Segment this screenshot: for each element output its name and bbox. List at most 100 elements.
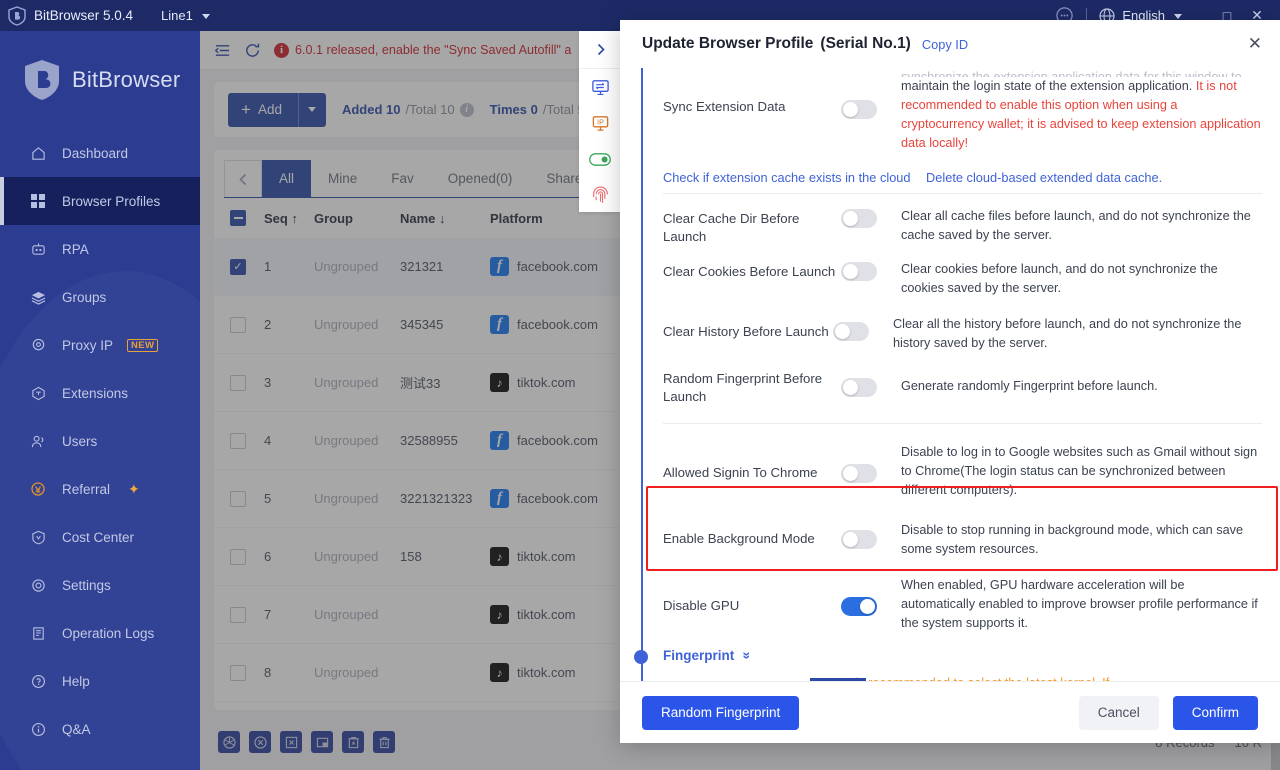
cell-platform-label: tiktok.com	[517, 607, 576, 622]
close-browser-icon[interactable]	[249, 731, 271, 753]
row-checkbox[interactable]	[230, 606, 246, 623]
row-checkbox[interactable]	[230, 664, 246, 681]
column-header-name[interactable]: Name ↓	[400, 211, 490, 226]
close-icon[interactable]: ✕	[1248, 34, 1262, 54]
gear-icon	[28, 578, 48, 593]
check-extension-cache-link[interactable]: Check if extension cache exists in the c…	[663, 170, 911, 185]
sidebar-item-settings[interactable]: Settings	[0, 561, 200, 609]
tab-fav[interactable]: Fav	[374, 160, 431, 197]
sidebar-item-browser-profiles[interactable]: Browser Profiles	[0, 177, 200, 225]
setting-clear-cache-dir: Clear Cache Dir Before Launch Clear all …	[642, 200, 1262, 253]
question-icon	[28, 674, 48, 689]
fingerprint-section-label: Fingerprint	[663, 648, 735, 663]
toggle-clear-history[interactable]	[833, 322, 869, 341]
refresh-icon[interactable]	[244, 42, 261, 59]
sidebar-item-operation-logs[interactable]: Operation Logs	[0, 609, 200, 657]
sidebar-item-extensions[interactable]: Extensions	[0, 369, 200, 417]
sidebar-item-label: Help	[62, 673, 90, 689]
sidebar-item-qa[interactable]: Q&A	[0, 705, 200, 753]
confirm-button[interactable]: Confirm	[1172, 695, 1258, 730]
times-stat: Times 0/Total 50	[490, 102, 592, 117]
ip-monitor-icon[interactable]: IP	[579, 105, 621, 141]
add-dropdown-button[interactable]	[297, 92, 326, 127]
cell-platform-label: tiktok.com	[517, 665, 576, 680]
force-close-icon[interactable]	[280, 731, 302, 753]
toggle-clear-cache-dir[interactable]	[841, 209, 877, 228]
toggle-knob	[843, 466, 858, 481]
sidebar-item-referral[interactable]: Referral ✦	[0, 465, 200, 513]
select-all-checkbox[interactable]	[230, 210, 246, 226]
toggle-green-icon[interactable]	[579, 141, 621, 177]
sidebar-item-dashboard[interactable]: Dashboard	[0, 129, 200, 177]
toggle-enable-background-mode[interactable]	[841, 530, 877, 549]
tab-mine[interactable]: Mine	[311, 160, 374, 197]
setting-label: Enable Background Mode	[663, 531, 815, 546]
add-button[interactable]: + Add	[228, 92, 298, 127]
open-browser-icon[interactable]	[218, 731, 240, 753]
collapse-sidebar-icon[interactable]	[214, 42, 231, 59]
fingerprint-section-header[interactable]: Fingerprint »	[634, 648, 1262, 664]
sidebar-item-help[interactable]: Help	[0, 657, 200, 705]
added-total: /Total 10	[405, 102, 455, 117]
setting-description: Disable to stop running in background mo…	[901, 523, 1244, 556]
cell-platform-label: tiktok.com	[517, 549, 576, 564]
sidebar-brand: BitBrowser	[0, 31, 200, 129]
window-sync-icon[interactable]	[579, 69, 621, 105]
setting-description-normal: maintain the login state of the extensio…	[901, 79, 1196, 93]
clear-cache-icon[interactable]	[342, 731, 364, 753]
toggle-random-fingerprint[interactable]	[841, 378, 877, 397]
setting-description: Clear all cache files before launch, and…	[901, 209, 1251, 242]
shield-icon	[28, 530, 48, 545]
column-header-seq[interactable]: Seq ↑	[246, 211, 314, 226]
toggle-knob	[843, 102, 858, 117]
toggle-allowed-signin-chrome[interactable]	[841, 464, 877, 483]
copy-id-link[interactable]: Copy ID	[922, 37, 968, 52]
row-checkbox[interactable]	[230, 374, 246, 391]
fingerprint-icon[interactable]	[579, 177, 621, 213]
setting-allowed-signin-chrome: Allowed Signin To Chrome Disable to log …	[642, 430, 1262, 507]
cell-platform: ♪ tiktok.com	[490, 605, 640, 624]
tab-opened[interactable]: Opened(0)	[431, 160, 530, 197]
cell-platform-label: facebook.com	[517, 259, 598, 274]
cell-seq: 4	[264, 433, 272, 448]
toggle-clear-cookies[interactable]	[841, 262, 877, 281]
setting-sync-extension-data: Sync Extension Data synchronize the exte…	[642, 68, 1262, 160]
chevron-right-icon[interactable]	[579, 31, 621, 69]
row-checkbox[interactable]	[230, 316, 246, 333]
sidebar-item-label: Proxy IP	[62, 337, 114, 353]
sidebar-item-groups[interactable]: Groups	[0, 273, 200, 321]
delete-extension-cache-link[interactable]: Delete cloud-based extended data cache.	[926, 170, 1162, 185]
random-fingerprint-button[interactable]: Random Fingerprint	[642, 695, 800, 730]
cell-platform: ♪ tiktok.com	[490, 547, 640, 566]
row-checkbox[interactable]	[230, 432, 246, 449]
cancel-button[interactable]: Cancel	[1078, 695, 1159, 730]
add-button-group[interactable]: + Add	[228, 92, 326, 127]
release-note-banner[interactable]: i 6.0.1 released, enable the "Sync Saved…	[274, 42, 571, 58]
extension-cache-links: Check if extension cache exists in the c…	[642, 169, 1262, 187]
svg-text:IP: IP	[597, 118, 604, 126]
section-divider	[663, 193, 1262, 194]
tab-all[interactable]: All	[262, 160, 312, 197]
sidebar-item-users[interactable]: Users	[0, 417, 200, 465]
row-checkbox[interactable]	[230, 490, 246, 507]
toggle-disable-gpu[interactable]	[841, 597, 877, 616]
cell-platform: ♪ tiktok.com	[490, 373, 640, 392]
tiktok-icon: ♪	[490, 373, 509, 392]
added-count: Added 10	[341, 102, 401, 117]
toggle-sync-extension-data[interactable]	[841, 100, 877, 119]
tabs-prev-button[interactable]	[224, 160, 262, 197]
column-header-group[interactable]: Group	[314, 211, 400, 226]
sidebar-item-label: Dashboard	[62, 145, 129, 161]
delete-icon[interactable]	[373, 731, 395, 753]
dialog-footer: Random Fingerprint Cancel Confirm	[620, 681, 1280, 743]
sidebar-item-cost-center[interactable]: Cost Center	[0, 513, 200, 561]
row-checkbox[interactable]	[230, 548, 246, 565]
sidebar-item-proxy-ip[interactable]: Proxy IP NEW	[0, 321, 200, 369]
cell-name: 321321	[400, 259, 444, 274]
line-selector[interactable]: Line1	[161, 8, 210, 23]
window-layout-icon[interactable]	[311, 731, 333, 753]
row-checkbox[interactable]: ✓	[230, 258, 246, 275]
setting-clear-cookies: Clear Cookies Before Launch Clear cookie…	[642, 253, 1262, 305]
sidebar-item-rpa[interactable]: RPA	[0, 225, 200, 273]
info-icon[interactable]: i	[459, 102, 474, 117]
